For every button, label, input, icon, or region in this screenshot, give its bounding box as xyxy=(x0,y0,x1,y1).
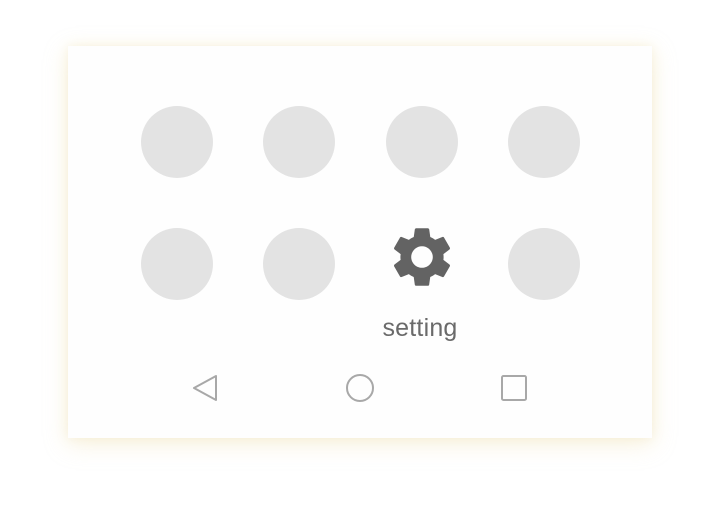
app-placeholder-8[interactable] xyxy=(508,228,580,300)
home-screen-panel: setting xyxy=(68,46,652,438)
gear-icon xyxy=(393,228,451,286)
home-button[interactable] xyxy=(344,372,376,404)
recents-button[interactable] xyxy=(498,372,530,404)
app-placeholder-4[interactable] xyxy=(508,106,580,178)
app-placeholder-2[interactable] xyxy=(263,106,335,178)
recents-square-icon xyxy=(501,375,527,401)
back-triangle-icon xyxy=(193,375,217,401)
app-placeholder-6[interactable] xyxy=(263,228,335,300)
settings-app-button[interactable] xyxy=(386,221,458,293)
app-placeholder-1[interactable] xyxy=(141,106,213,178)
home-circle-icon xyxy=(346,374,374,402)
back-button[interactable] xyxy=(190,372,222,404)
settings-app-label: setting xyxy=(382,314,458,342)
app-placeholder-5[interactable] xyxy=(141,228,213,300)
app-placeholder-3[interactable] xyxy=(386,106,458,178)
